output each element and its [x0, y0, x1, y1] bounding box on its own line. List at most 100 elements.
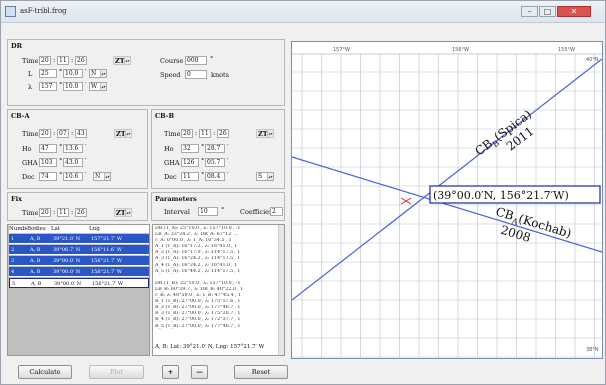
speed-unit: knots — [211, 71, 229, 79]
cbb-dec-hemi-select[interactable]: S ▴▾ — [256, 172, 274, 181]
cba-ho-deg[interactable]: 47 — [39, 144, 57, 153]
cba-gha-min[interactable]: 43.0 — [63, 158, 83, 167]
dr-time-second[interactable]: 26 — [75, 56, 87, 65]
dr-lng-min[interactable]: 10.0 — [63, 82, 83, 91]
cba-ho-min[interactable]: 13.6 — [63, 144, 83, 153]
cbb-line-label: CBB(Spica) 2011 — [472, 107, 536, 158]
cba-dec-hemi-select[interactable]: N ▴▾ — [93, 172, 111, 181]
cbb-group-title: CB-B — [155, 112, 174, 120]
spin-icon[interactable]: ▴▾ — [267, 130, 273, 137]
table-row[interactable]: 1 A, B 39°21.0′ N 157°21.7′ W — [9, 234, 149, 244]
cbb-ho-min[interactable]: 28.7 — [205, 144, 225, 153]
cell-lng: 156°21.7′ W — [92, 281, 124, 287]
cell-number: 5 — [12, 281, 16, 287]
parameters-group: Parameters Interval 10 ° Coefficient 2 — [151, 192, 285, 221]
cbb-dec-hemi: S — [258, 173, 263, 180]
plot-canvas: 157°W 156°W 155°W 40°N 38°N (39°00.0′N, … — [291, 47, 603, 358]
cbb-group: CB-B Time 20 : 11 : 26 ZT ▴▾ Ho 32 ° 28.7… — [151, 109, 285, 189]
cbb-gha-deg[interactable]: 126 — [181, 158, 199, 167]
dr-lat-hemi: N — [91, 70, 97, 77]
cba-dec-label: Dec — [22, 173, 35, 181]
window-title: asF-tribl.frog — [20, 7, 67, 15]
cbb-ho-label: Ho — [164, 145, 174, 153]
cbb-gha-min[interactable]: 05.7 — [205, 158, 225, 167]
dr-lng-hemi-select[interactable]: W ▴▾ — [89, 82, 107, 91]
dr-time-minute[interactable]: 11 — [57, 56, 69, 65]
fix-time-second[interactable]: 26 — [75, 208, 87, 217]
cell-bodies: A, B — [30, 247, 41, 253]
zoom-in-button[interactable]: + — [162, 365, 179, 379]
cbb-gha-label: GHA — [164, 159, 180, 167]
cell-bodies: A, B — [30, 269, 41, 275]
cba-gha-label: GHA — [22, 159, 38, 167]
cbb-time-label: Time — [164, 130, 181, 138]
cba-dec-min[interactable]: 10.6 — [63, 172, 83, 181]
calculate-button[interactable]: Calculate — [18, 365, 72, 379]
fix-zt-spinner[interactable]: ZT ▴▾ — [114, 208, 132, 217]
speed-input[interactable]: 0 — [185, 70, 207, 79]
dr-time-hour[interactable]: 20 — [39, 56, 51, 65]
cbb-zt-spinner[interactable]: ZT ▴▾ — [256, 129, 274, 138]
coefficient-input[interactable]: 2 — [270, 207, 283, 216]
fix-time-hour[interactable]: 20 — [39, 208, 51, 217]
table-row[interactable]: 3 A, B 39°00.0′ N 156°21.7′ W — [9, 256, 149, 266]
reset-button[interactable]: Reset — [234, 365, 288, 379]
cba-gha-deg[interactable]: 103 — [39, 158, 57, 167]
log-line: B_5 (T_B): 27°00.0′, λ: 177°46.7′, 1 — [155, 323, 241, 329]
fix-group: Fix Time 20 : 11 : 26 ZT ▴▾ — [7, 192, 148, 221]
maximize-button[interactable]: □ — [539, 6, 556, 17]
position-plot[interactable]: 157°W 156°W 155°W 40°N 38°N (39°00.0′N, … — [291, 41, 603, 359]
minimize-button[interactable]: – — [521, 6, 538, 17]
parameters-group-title: Parameters — [155, 195, 197, 203]
cbb-dec-min[interactable]: 08.4 — [205, 172, 225, 181]
cbb-time-hour[interactable]: 20 — [181, 129, 193, 138]
cbb-time-minute[interactable]: 11 — [199, 129, 211, 138]
table-row[interactable]: 2 A, B 39°06.7′ N 156°11.6′ W — [9, 245, 149, 255]
fix-time-minute[interactable]: 11 — [57, 208, 69, 217]
lat-label-bottom: 38°N — [586, 347, 599, 353]
spin-icon[interactable]: ▴▾ — [125, 130, 131, 137]
cba-dec-deg[interactable]: 74 — [39, 172, 57, 181]
table-row[interactable]: 4 A, B 39°00.0′ N 156°21.7′ W — [9, 267, 149, 277]
cba-time-minute[interactable]: 07 — [57, 129, 69, 138]
spin-icon[interactable]: ▴▾ — [124, 57, 130, 64]
cell-number: 3 — [11, 258, 15, 264]
chevron-down-icon: ▴▾ — [100, 83, 106, 90]
cell-number: 1 — [11, 236, 15, 242]
dr-lng-hemi: W — [91, 83, 98, 90]
title-bar: asF-tribl.frog – □ ✕ — [1, 1, 605, 23]
fix-time-label: Time — [22, 209, 39, 217]
plot-button[interactable]: Plot — [89, 365, 144, 379]
calculation-log[interactable]: DR (T_A): 25°10.0′, λ: 157°10.0′, -1 LB_… — [152, 224, 285, 356]
interval-input[interactable]: 10 — [198, 207, 218, 216]
dr-zt-spinner[interactable]: ZT ▴▾ — [113, 56, 131, 65]
cell-lat: 39°21.0′ N — [53, 236, 81, 242]
cba-time-second[interactable]: 43 — [75, 129, 87, 138]
cbb-time-second[interactable]: 26 — [217, 129, 229, 138]
cell-bodies: A, B — [30, 236, 41, 242]
course-label: Course — [160, 57, 184, 65]
dr-lat-min[interactable]: 10.0 — [63, 69, 83, 78]
log-scrollbar[interactable] — [278, 225, 284, 355]
close-button[interactable]: ✕ — [557, 6, 591, 17]
top-label-157w: 157°W — [333, 47, 350, 53]
cbb-dec-deg[interactable]: 11 — [181, 172, 199, 181]
dr-lat-hemi-select[interactable]: N ▴▾ — [89, 69, 107, 78]
cell-number: 4 — [11, 269, 15, 275]
zoom-out-button[interactable]: — — [191, 365, 208, 379]
fix-marker — [400, 197, 412, 205]
app-window: asF-tribl.frog – □ ✕ DR Time 20 : 11 : 2… — [0, 0, 606, 385]
col-header-bodies: Bodies — [27, 225, 51, 233]
dr-lng-deg[interactable]: 157 — [39, 82, 57, 91]
cbb-label: CB — [472, 136, 495, 158]
dr-lat-deg[interactable]: 25 — [39, 69, 57, 78]
cbb-ho-deg[interactable]: 32 — [181, 144, 199, 153]
cba-time-hour[interactable]: 20 — [39, 129, 51, 138]
course-input[interactable]: 000 — [185, 56, 207, 65]
cba-time-label: Time — [22, 130, 39, 138]
table-row-selected[interactable]: 5 A, B 39°00.0′ N 156°21.7′ W — [9, 278, 149, 288]
spin-icon[interactable]: ▴▾ — [125, 209, 131, 216]
dr-lat-label: L — [28, 70, 33, 78]
cba-zt-spinner[interactable]: ZT ▴▾ — [114, 129, 132, 138]
speed-label: Speed — [160, 71, 181, 79]
